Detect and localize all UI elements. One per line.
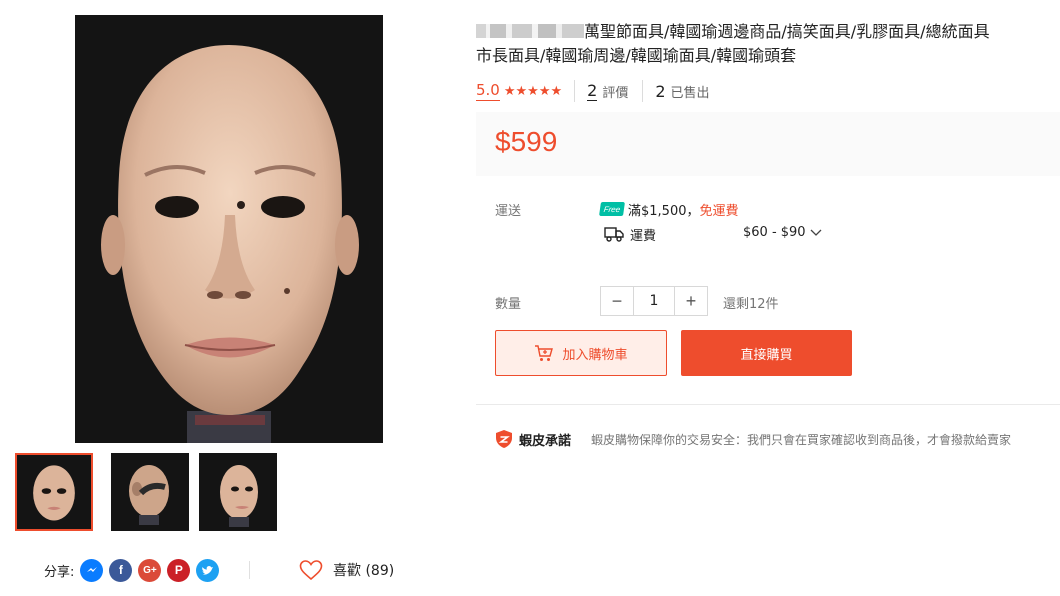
buy-now-label: 直接購買 (740, 347, 793, 363)
sold-label: 已售出 (670, 85, 710, 101)
add-to-cart-button[interactable]: 加入購物車 (495, 330, 667, 376)
free-shipping-text: 滿$1,500， (628, 203, 700, 219)
thumbnail-front[interactable] (15, 453, 93, 531)
add-to-cart-label: 加入購物車 (562, 347, 628, 363)
mask-thumbnail-side (111, 453, 189, 531)
section-divider (476, 404, 1060, 405)
pinterest-icon[interactable]: P (167, 558, 191, 582)
free-shipping-row: Free 滿$1,500， 免運費 (599, 200, 739, 219)
shipping-fee-dropdown[interactable]: $60 - $90 (743, 225, 822, 240)
messenger-icon[interactable] (80, 558, 104, 582)
thumbnail-angle[interactable] (199, 453, 277, 531)
decrease-button[interactable]: − (601, 287, 633, 315)
guarantee-title: 蝦皮承諾 (519, 433, 572, 449)
shipping-fee-range: $60 - $90 (743, 225, 806, 240)
share-divider (249, 561, 250, 579)
increase-button[interactable]: + (675, 287, 707, 315)
price: $599 (495, 126, 558, 157)
sold-count: 2 (655, 81, 666, 101)
rating-value[interactable]: 5.0 (476, 81, 500, 101)
mask-front-image (75, 15, 383, 443)
blurred-shop-name (476, 24, 584, 38)
guarantee-text: 蝦皮購物保障你的交易安全：我們只會在買家確認收到商品後，才會撥款給賣家 (591, 432, 1012, 447)
star-rating-icon: ★★★★★ (503, 83, 563, 99)
shipping-fee-row: 運費 (604, 224, 656, 244)
quantity-label: 數量 (495, 297, 522, 312)
thumbnail-side[interactable] (111, 453, 189, 531)
guarantee-row: 蝦皮承諾 蝦皮購物保障你的交易安全：我們只會在買家確認收到商品後，才會撥款給賣家 (495, 428, 1011, 450)
title-line-1: 萬聖節面具/韓國瑜週邊商品/搞笑面具/乳膠面具/總統面具 (584, 22, 990, 41)
truck-icon (604, 227, 624, 242)
share-label: 分享: (44, 564, 75, 580)
review-label: 評價 (602, 85, 629, 101)
shipping-label: 運送 (495, 204, 522, 219)
review-count[interactable]: 2 (587, 81, 598, 101)
mask-thumbnail-angle (199, 453, 277, 531)
quantity-input[interactable]: 1 (633, 287, 675, 315)
product-title: 萬聖節面具/韓國瑜週邊商品/搞笑面具/乳膠面具/總統面具 市長面具/韓國瑜周邊/… (476, 20, 1060, 68)
cart-icon (535, 345, 554, 361)
free-shipping-highlight: 免運費 (699, 203, 739, 219)
buy-now-button[interactable]: 直接購買 (681, 330, 852, 376)
title-line-2: 市長面具/韓國瑜周邊/韓國瑜面具/韓國瑜頭套 (476, 46, 797, 65)
rating-row: 5.0 ★★★★★ 2 評價 2 已售出 (476, 79, 724, 103)
heart-icon (299, 559, 323, 580)
shield-icon (496, 430, 512, 448)
like-button[interactable]: 喜歡 (89) (299, 557, 394, 583)
mask-thumbnail-front (17, 455, 91, 529)
shipping-fee-label: 運費 (630, 228, 657, 244)
facebook-icon[interactable]: f (109, 558, 133, 582)
twitter-icon[interactable] (196, 558, 220, 582)
quantity-stepper: − 1 + (600, 286, 708, 316)
rating-divider (574, 80, 576, 102)
share-row: 分享: f G+ P (44, 557, 225, 583)
stock-remaining: 還剩12件 (723, 297, 779, 312)
price-box: $599 (476, 112, 1060, 176)
main-product-image[interactable] (75, 15, 383, 443)
google-plus-icon[interactable]: G+ (138, 558, 162, 582)
free-shipping-icon: Free (599, 202, 625, 216)
sold-divider (642, 80, 644, 102)
like-label: 喜歡 (89) (333, 563, 395, 579)
chevron-down-icon (810, 229, 822, 236)
